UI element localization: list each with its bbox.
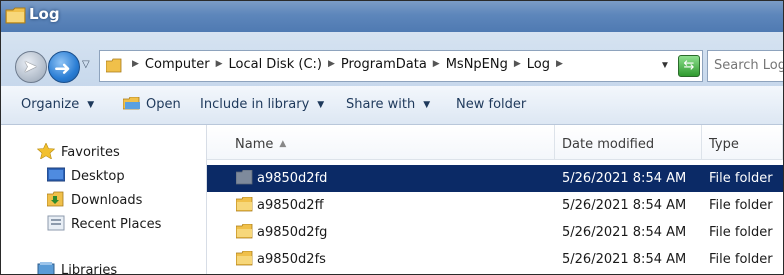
folder-icon [236,224,253,239]
chevron-down-icon: ▼ [423,100,431,110]
folder-icon [236,197,253,212]
sort-ascending-icon: ▲ [279,139,287,149]
breadcrumb-item-programdata[interactable]: ProgramData [341,57,427,72]
navigation-pane: Favorites Desktop Downloads Recent Place… [1,125,207,275]
file-name: a9850d2fs [257,252,326,267]
file-name: a9850d2fg [257,225,328,240]
explorer-window: Log ➤ ➜ ▽ ▶ Computer ▶ Local Disk (C:) ▶ Prog… [0,0,784,275]
table-row[interactable]: a9850d2ff 5/26/2021 8:54 AM File folder [207,192,783,219]
breadcrumb-item-computer[interactable]: Computer [145,57,210,72]
open-folder-icon [123,97,140,110]
file-type: File folder [709,198,773,213]
folder-icon [236,170,253,185]
new-folder-button[interactable]: New folder [456,97,526,112]
file-date: 5/26/2021 8:54 AM [562,225,687,240]
chevron-right-icon[interactable]: ▶ [328,59,335,69]
open-label: Open [146,97,181,112]
breadcrumb-item-msnpeng[interactable]: MsNpENg [446,57,508,72]
nav-item-label: Desktop [71,169,125,184]
nav-item-downloads[interactable]: Downloads [47,191,142,208]
nav-favorites-label: Favorites [61,145,120,160]
file-date: 5/26/2021 8:54 AM [562,171,687,186]
nav-item-label: Recent Places [71,217,162,232]
recent-pages-dropdown[interactable]: ▽ [82,59,90,70]
search-box[interactable] [707,50,783,82]
breadcrumb-item-log[interactable]: Log [527,57,550,72]
column-header-type[interactable]: Type [702,125,783,160]
downloads-icon [47,191,64,207]
nav-item-recent-places[interactable]: Recent Places [47,215,161,232]
desktop-icon [47,167,65,182]
share-with-label: Share with [346,97,416,112]
breadcrumb-item-local-disk[interactable]: Local Disk (C:) [228,57,321,72]
column-header-date-modified[interactable]: Date modified [555,125,702,160]
table-row[interactable]: a9850d2fg 5/26/2021 8:54 AM File folder [207,219,783,246]
breadcrumb: ▶ Computer ▶ Local Disk (C:) ▶ ProgramData ▶ Ms… [126,57,569,72]
new-folder-label: New folder [456,97,527,112]
column-header-date-label: Date modified [562,137,655,152]
file-name: a9850d2fd [257,171,328,186]
chevron-down-icon: ▼ [317,100,325,110]
window-title: Log [29,5,60,23]
folder-icon [5,7,26,24]
nav-item-desktop[interactable]: Desktop [47,167,125,184]
address-bar[interactable]: ▶ Computer ▶ Local Disk (C:) ▶ ProgramData ▶ Ms… [99,50,703,82]
share-with-button[interactable]: Share with ▼ [346,97,430,112]
nav-libraries[interactable]: Libraries [37,261,118,275]
file-list: Name ▲ Date modified Type a9850d2fd 5/26/… [207,125,783,274]
nav-item-label: Downloads [71,193,143,208]
file-date: 5/26/2021 8:54 AM [562,252,687,267]
include-in-library-button[interactable]: Include in library ▼ [200,97,324,112]
include-in-library-label: Include in library [200,97,310,112]
column-header-name[interactable]: Name ▲ [207,125,555,160]
file-type: File folder [709,171,773,186]
back-button[interactable]: ➤ [15,51,47,83]
folder-icon [106,58,122,73]
search-input[interactable] [708,51,783,79]
file-type: File folder [709,225,773,240]
file-date: 5/26/2021 8:54 AM [562,198,687,213]
chevron-down-icon: ▼ [87,100,95,110]
nav-favorites[interactable]: Favorites [37,143,120,160]
column-header-name-label: Name [235,137,274,152]
chevron-right-icon[interactable]: ▶ [433,59,440,69]
forward-button[interactable]: ➜ [48,51,80,83]
refresh-icon: ⇆ [683,58,695,73]
chevron-right-icon[interactable]: ▶ [514,59,521,69]
file-name: a9850d2ff [257,198,324,213]
organize-button[interactable]: Organize ▼ [21,97,94,112]
folder-icon [236,251,253,266]
table-row[interactable]: a9850d2fd 5/26/2021 8:54 AM File folder [207,165,783,192]
file-type: File folder [709,252,773,267]
chevron-right-icon[interactable]: ▶ [556,59,563,69]
star-icon [37,143,55,159]
arrow-right-icon: ➜ [54,56,71,80]
libraries-icon [37,262,55,274]
organize-label: Organize [21,97,80,112]
refresh-button[interactable]: ⇆ [678,55,700,77]
address-history-dropdown[interactable]: ▼ [660,60,670,71]
open-button[interactable]: Open [123,97,181,112]
table-row[interactable]: a9850d2fs 5/26/2021 8:54 AM File folder [207,246,783,273]
chevron-right-icon[interactable]: ▶ [216,59,223,69]
recent-places-icon [47,215,65,231]
mouse-cursor-icon: ➤ [23,57,38,77]
nav-libraries-label: Libraries [61,263,118,275]
title-bar[interactable]: Log [1,1,783,32]
column-header-type-label: Type [709,137,739,152]
chevron-right-icon[interactable]: ▶ [132,59,139,69]
address-row: ➤ ➜ ▽ ▶ Computer ▶ Local Disk (C:) ▶ ProgramD… [1,32,783,86]
command-bar: Organize ▼ Open Include in library ▼ Share… [1,86,783,125]
